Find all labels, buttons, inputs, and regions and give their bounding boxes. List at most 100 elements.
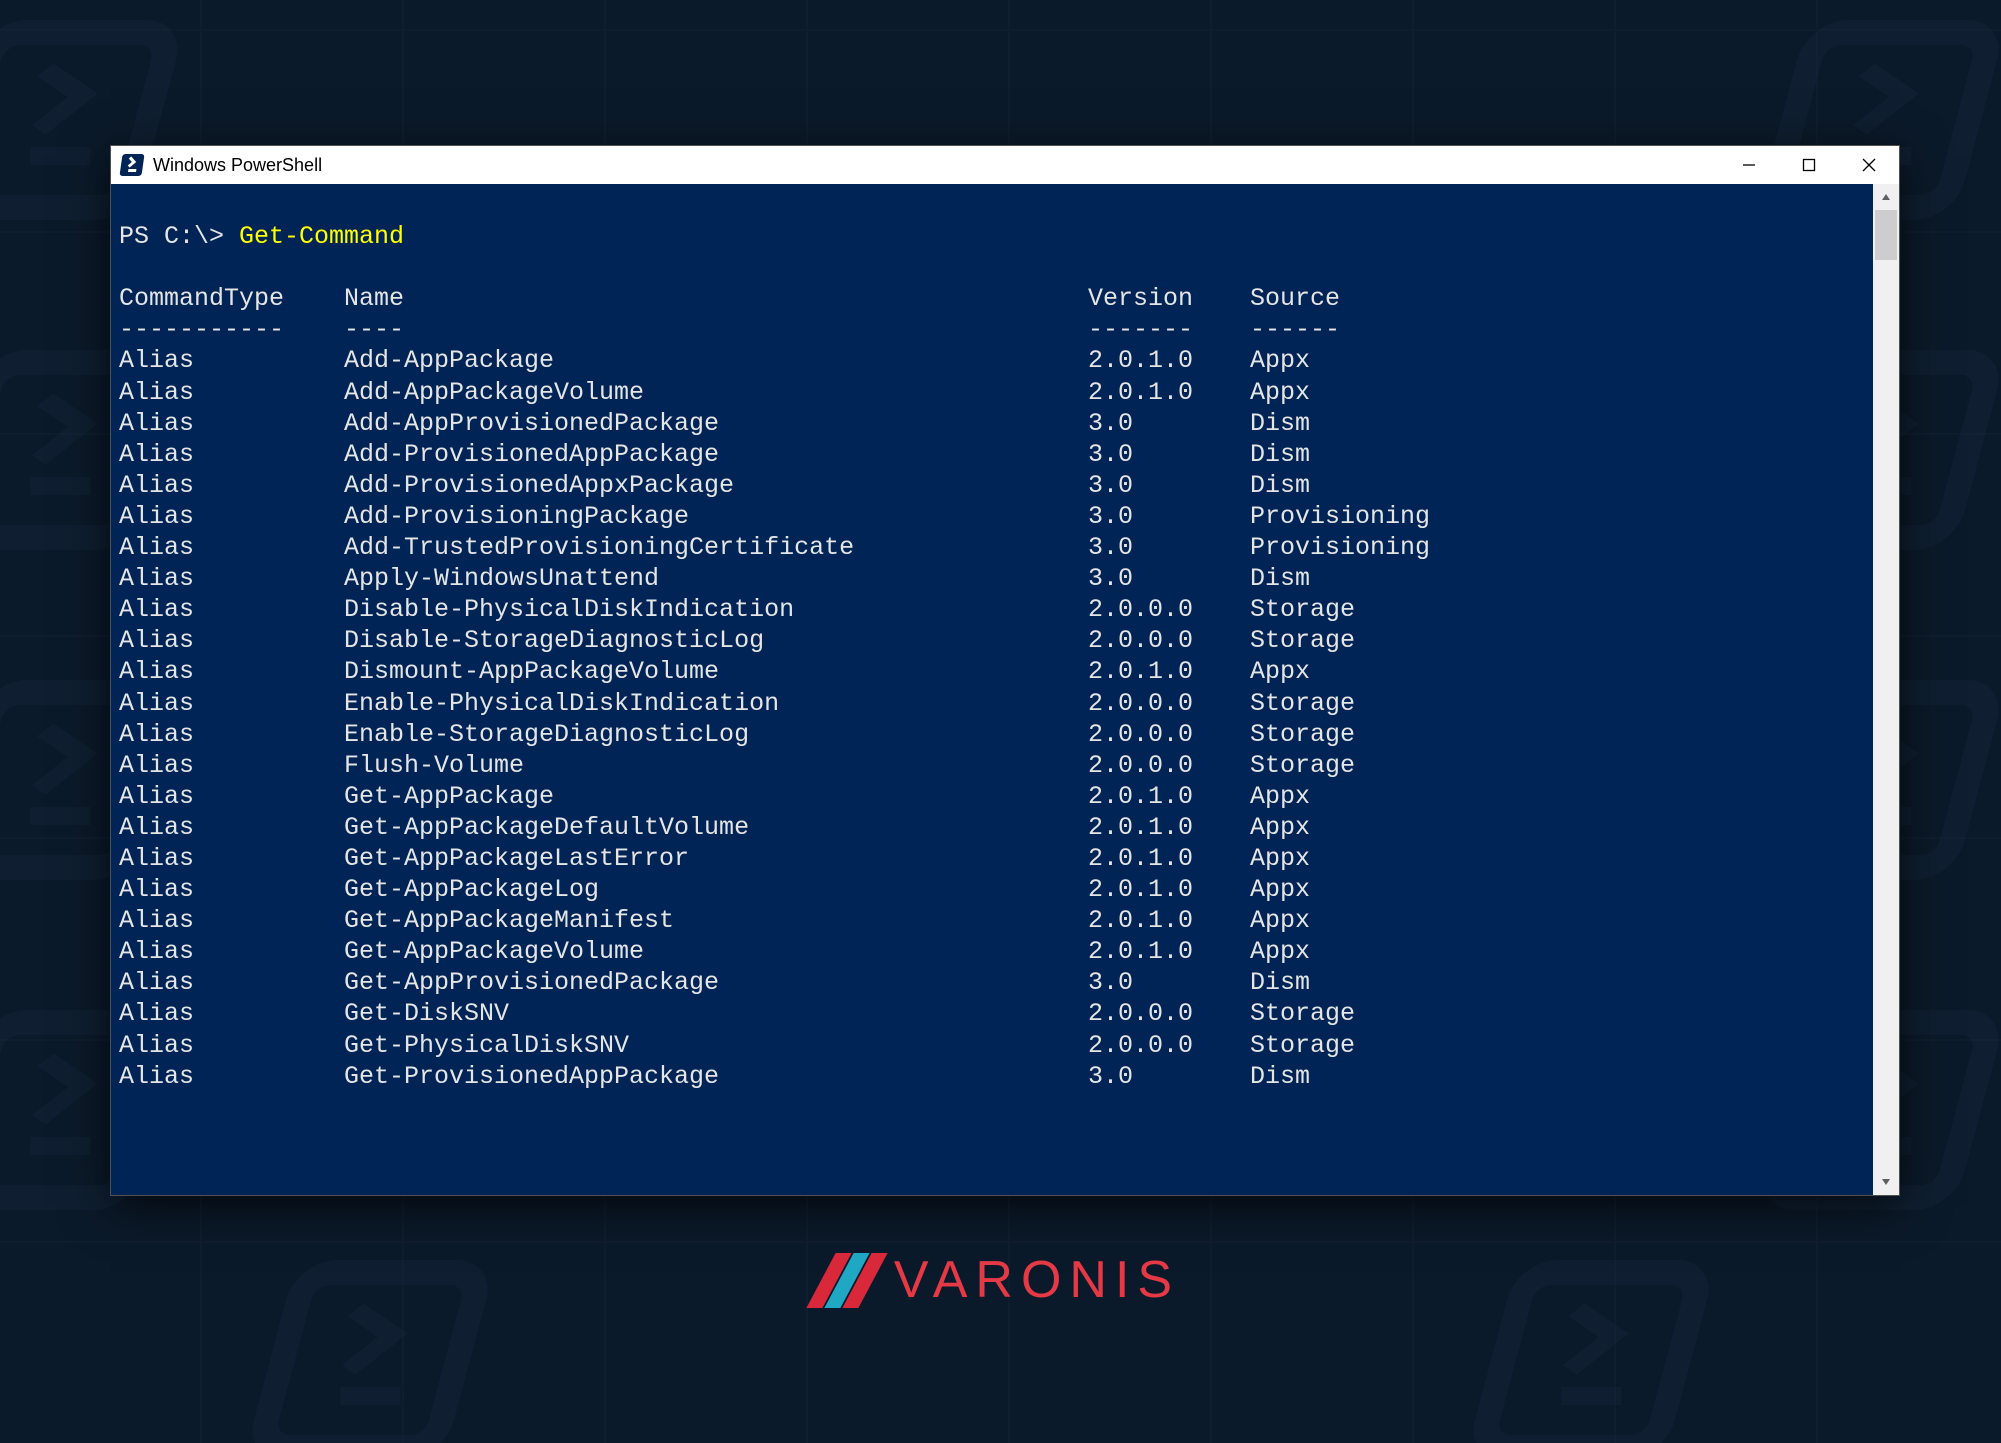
- cell-version: 2.0.0.0: [1088, 1030, 1250, 1061]
- cell-name: Enable-PhysicalDiskIndication: [344, 688, 1088, 719]
- cell-commandtype: Alias: [119, 594, 344, 625]
- cell-commandtype: Alias: [119, 998, 344, 1029]
- cell-version: 3.0: [1088, 470, 1250, 501]
- cell-name: Flush-Volume: [344, 750, 1088, 781]
- table-row: AliasAdd-AppPackageVolume2.0.1.0Appx: [119, 377, 1899, 408]
- cell-version: 2.0.1.0: [1088, 874, 1250, 905]
- scroll-up-button[interactable]: [1873, 184, 1899, 210]
- cell-commandtype: Alias: [119, 905, 344, 936]
- cell-source: Storage: [1250, 594, 1899, 625]
- cell-source: Dism: [1250, 563, 1899, 594]
- cell-commandtype: Alias: [119, 408, 344, 439]
- table-row: AliasDisable-StorageDiagnosticLog2.0.0.0…: [119, 625, 1899, 656]
- console-output[interactable]: PS C:\> Get-Command CommandTypeNameVersi…: [111, 184, 1899, 1195]
- table-row: AliasDismount-AppPackageVolume2.0.1.0App…: [119, 656, 1899, 687]
- cell-version: 2.0.1.0: [1088, 345, 1250, 376]
- cell-commandtype: Alias: [119, 1061, 344, 1092]
- cell-version: 2.0.0.0: [1088, 594, 1250, 625]
- cell-commandtype: Alias: [119, 781, 344, 812]
- cell-commandtype: Alias: [119, 967, 344, 998]
- cell-commandtype: Alias: [119, 625, 344, 656]
- scroll-thumb[interactable]: [1875, 210, 1897, 260]
- cell-source: Appx: [1250, 377, 1899, 408]
- table-row: AliasFlush-Volume2.0.0.0Storage: [119, 750, 1899, 781]
- table-row: AliasGet-AppPackageManifest2.0.1.0Appx: [119, 905, 1899, 936]
- cell-name: Add-ProvisionedAppxPackage: [344, 470, 1088, 501]
- cell-source: Dism: [1250, 1061, 1899, 1092]
- cell-source: Provisioning: [1250, 501, 1899, 532]
- cell-source: Appx: [1250, 905, 1899, 936]
- cell-source: Storage: [1250, 998, 1899, 1029]
- cell-name: Get-AppPackageDefaultVolume: [344, 812, 1088, 843]
- cell-commandtype: Alias: [119, 843, 344, 874]
- cell-version: 3.0: [1088, 532, 1250, 563]
- minimize-button[interactable]: [1719, 146, 1779, 184]
- close-button[interactable]: [1839, 146, 1899, 184]
- cell-version: 3.0: [1088, 408, 1250, 439]
- cell-source: Provisioning: [1250, 532, 1899, 563]
- table-row: AliasAdd-ProvisioningPackage3.0Provision…: [119, 501, 1899, 532]
- cell-source: Storage: [1250, 688, 1899, 719]
- scrollbar[interactable]: [1873, 184, 1899, 1195]
- prompt: PS C:\>: [119, 222, 239, 251]
- cell-commandtype: Alias: [119, 936, 344, 967]
- table-row: AliasGet-AppPackageLog2.0.1.0Appx: [119, 874, 1899, 905]
- cell-source: Storage: [1250, 1030, 1899, 1061]
- cell-version: 2.0.0.0: [1088, 750, 1250, 781]
- cell-commandtype: Alias: [119, 377, 344, 408]
- cell-name: Dismount-AppPackageVolume: [344, 656, 1088, 687]
- scroll-down-button[interactable]: [1873, 1169, 1899, 1195]
- cell-version: 2.0.0.0: [1088, 625, 1250, 656]
- cell-commandtype: Alias: [119, 345, 344, 376]
- table-row: AliasAdd-AppProvisionedPackage3.0Dism: [119, 408, 1899, 439]
- cell-commandtype: Alias: [119, 719, 344, 750]
- varonis-logo-mark: [821, 1253, 876, 1308]
- cell-name: Get-PhysicalDiskSNV: [344, 1030, 1088, 1061]
- cell-source: Dism: [1250, 967, 1899, 998]
- header-commandtype: CommandType: [119, 283, 344, 314]
- cell-version: 2.0.0.0: [1088, 998, 1250, 1029]
- table-row: AliasGet-ProvisionedAppPackage3.0Dism: [119, 1061, 1899, 1092]
- table-row: AliasEnable-PhysicalDiskIndication2.0.0.…: [119, 688, 1899, 719]
- cell-version: 3.0: [1088, 501, 1250, 532]
- titlebar[interactable]: Windows PowerShell: [111, 146, 1899, 184]
- cell-source: Dism: [1250, 470, 1899, 501]
- cell-source: Storage: [1250, 750, 1899, 781]
- maximize-button[interactable]: [1779, 146, 1839, 184]
- cell-name: Get-AppPackage: [344, 781, 1088, 812]
- cell-source: Appx: [1250, 781, 1899, 812]
- varonis-logo: VARONIS: [0, 1250, 2001, 1310]
- cell-name: Get-AppPackageManifest: [344, 905, 1088, 936]
- cell-name: Enable-StorageDiagnosticLog: [344, 719, 1088, 750]
- cell-name: Add-AppPackageVolume: [344, 377, 1088, 408]
- cell-source: Dism: [1250, 408, 1899, 439]
- table-row: AliasAdd-TrustedProvisioningCertificate3…: [119, 532, 1899, 563]
- table-row: AliasGet-DiskSNV2.0.0.0Storage: [119, 998, 1899, 1029]
- table-row: AliasGet-AppPackageLastError2.0.1.0Appx: [119, 843, 1899, 874]
- cell-source: Storage: [1250, 625, 1899, 656]
- cell-version: 2.0.1.0: [1088, 843, 1250, 874]
- cell-commandtype: Alias: [119, 532, 344, 563]
- cell-name: Get-AppPackageLog: [344, 874, 1088, 905]
- powershell-app-icon: [119, 154, 144, 176]
- cell-name: Add-ProvisioningPackage: [344, 501, 1088, 532]
- cell-commandtype: Alias: [119, 688, 344, 719]
- cell-commandtype: Alias: [119, 1030, 344, 1061]
- cell-name: Get-AppPackageVolume: [344, 936, 1088, 967]
- cell-version: 2.0.1.0: [1088, 781, 1250, 812]
- table-row: AliasDisable-PhysicalDiskIndication2.0.0…: [119, 594, 1899, 625]
- table-row: AliasGet-AppPackageVolume2.0.1.0Appx: [119, 936, 1899, 967]
- table-row: AliasGet-AppPackageDefaultVolume2.0.1.0A…: [119, 812, 1899, 843]
- command-input: Get-Command: [239, 222, 404, 251]
- cell-version: 2.0.0.0: [1088, 688, 1250, 719]
- cell-source: Appx: [1250, 874, 1899, 905]
- table-row: AliasGet-PhysicalDiskSNV2.0.0.0Storage: [119, 1030, 1899, 1061]
- header-version: Version: [1088, 283, 1250, 314]
- cell-commandtype: Alias: [119, 656, 344, 687]
- cell-name: Add-AppProvisionedPackage: [344, 408, 1088, 439]
- header-row: CommandTypeNameVersionSource: [119, 283, 1899, 314]
- table-row: AliasApply-WindowsUnattend3.0Dism: [119, 563, 1899, 594]
- window-title: Windows PowerShell: [153, 155, 322, 176]
- cell-version: 3.0: [1088, 967, 1250, 998]
- header-source: Source: [1250, 283, 1899, 314]
